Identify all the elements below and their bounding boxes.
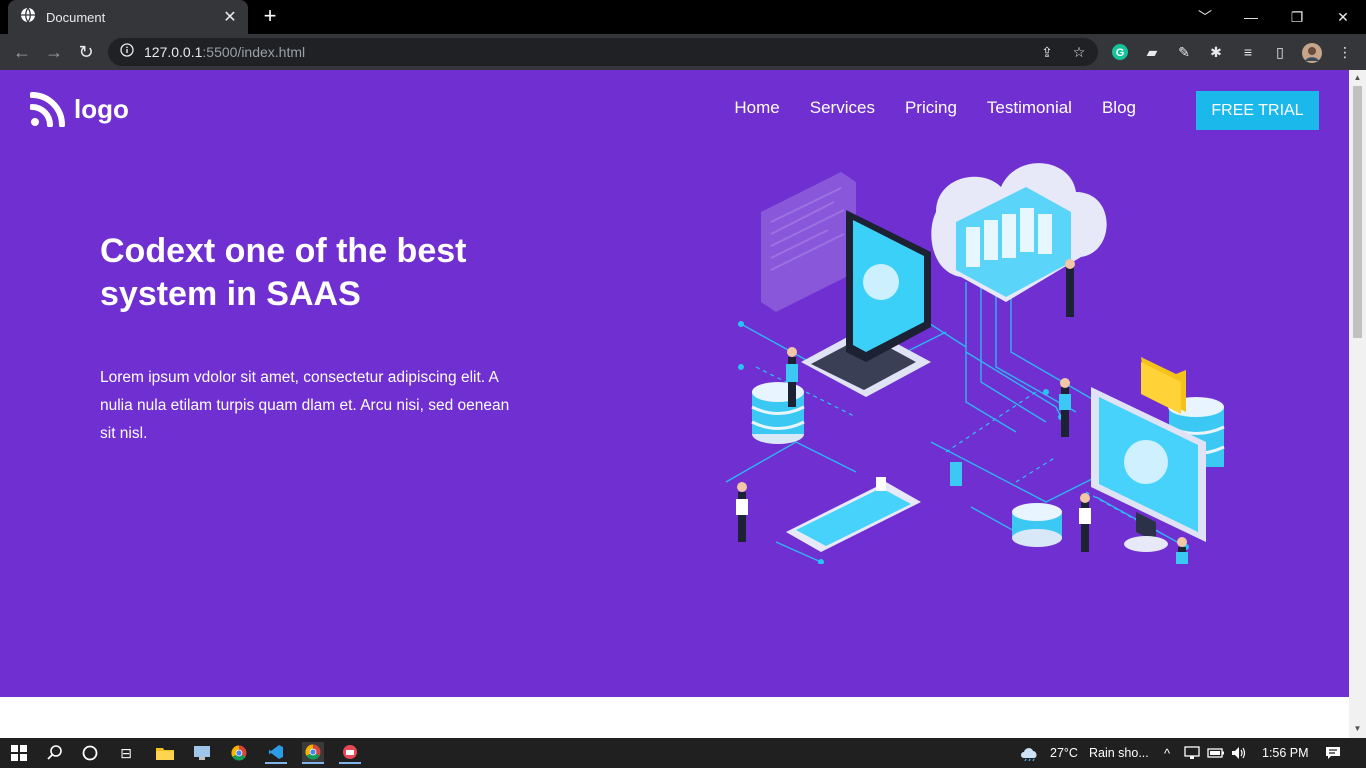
control-panel-icon[interactable] <box>191 742 213 764</box>
search-icon[interactable] <box>44 742 66 764</box>
network-icon[interactable] <box>1181 742 1203 764</box>
task-view-icon[interactable]: ⊟ <box>115 742 137 764</box>
nav-testimonial[interactable]: Testimonial <box>987 98 1072 118</box>
pen-extension-icon[interactable]: ✎ <box>1175 43 1193 61</box>
tab-strip: Document ✕ + ﹀ — ❐ ✕ <box>0 0 1366 34</box>
bookmark-star-icon[interactable]: ☆ <box>1070 43 1088 61</box>
close-tab-icon[interactable]: ✕ <box>222 7 238 27</box>
forward-icon[interactable]: → <box>42 40 66 64</box>
battery-icon[interactable] <box>1205 742 1227 764</box>
kebab-menu-icon[interactable]: ⋮ <box>1336 43 1354 61</box>
volume-icon[interactable] <box>1228 742 1250 764</box>
saas-isometric-illustration <box>725 163 1225 564</box>
globe-icon <box>20 7 36 28</box>
minimize-icon[interactable]: — <box>1228 0 1274 34</box>
windows-taskbar: ⊟ 27°C Rain sho... ^ 1:56 PM <box>0 738 1366 768</box>
puzzle-extensions-icon[interactable]: ✱ <box>1207 43 1225 61</box>
scroll-up-arrow-icon[interactable]: ▲ <box>1353 73 1362 82</box>
extension-icon[interactable]: ▰ <box>1143 43 1161 61</box>
weather-temperature: 27°C <box>1050 746 1078 760</box>
share-icon[interactable]: ⇪ <box>1038 43 1056 61</box>
file-explorer-icon[interactable] <box>154 742 176 764</box>
restore-icon[interactable]: ❐ <box>1274 0 1320 34</box>
logo-text: logo <box>74 93 129 124</box>
nav-pricing[interactable]: Pricing <box>905 98 957 118</box>
info-icon[interactable] <box>120 42 134 62</box>
chrome-active-icon[interactable] <box>302 742 324 764</box>
nav-services[interactable]: Services <box>810 98 875 118</box>
page-viewport: logo Home Services Pricing Testimonial B… <box>0 70 1349 738</box>
windows-start-icon[interactable] <box>8 742 30 764</box>
hero-section: logo Home Services Pricing Testimonial B… <box>0 70 1349 697</box>
back-icon[interactable]: ← <box>10 40 34 64</box>
clock-time[interactable]: 1:56 PM <box>1262 746 1309 760</box>
chevron-up-icon[interactable]: ^ <box>1156 742 1178 764</box>
url-text: 127.0.0.1:5500/index.html <box>144 44 306 60</box>
profile-avatar[interactable] <box>1302 43 1322 63</box>
rss-logo-icon <box>30 92 65 127</box>
svg-text:G: G <box>1116 47 1125 59</box>
address-bar[interactable]: 127.0.0.1:5500/index.html ⇪ ☆ <box>108 38 1098 66</box>
tab-search-icon[interactable]: ﹀ <box>1182 0 1228 34</box>
weather-condition[interactable]: Rain sho... <box>1089 746 1149 760</box>
reload-icon[interactable]: ↻ <box>74 40 98 64</box>
cortana-icon[interactable] <box>79 742 101 764</box>
chrome-icon[interactable] <box>228 742 250 764</box>
notifications-icon[interactable] <box>1322 742 1344 764</box>
grammarly-icon[interactable]: G <box>1111 43 1129 61</box>
weather-cloud-icon[interactable] <box>1019 742 1041 764</box>
new-tab-button[interactable]: + <box>258 4 282 28</box>
browser-tab[interactable]: Document ✕ <box>8 0 248 34</box>
page-scrollbar[interactable]: ▲ ▼ <box>1349 70 1366 738</box>
main-nav: Home Services Pricing Testimonial Blog <box>734 98 1136 118</box>
hero-headline: Codext one of the best system in SAAS <box>100 232 467 313</box>
scroll-thumb[interactable] <box>1353 86 1362 338</box>
nav-blog[interactable]: Blog <box>1102 98 1136 118</box>
vscode-icon[interactable] <box>265 742 287 764</box>
snipping-tool-icon[interactable] <box>339 742 361 764</box>
browser-toolbar: ← → ↻ 127.0.0.1:5500/index.html ⇪ ☆ G ▰ … <box>0 34 1366 70</box>
scroll-down-arrow-icon[interactable]: ▼ <box>1353 724 1362 733</box>
free-trial-button[interactable]: FREE TRIAL <box>1196 91 1319 130</box>
nav-home[interactable]: Home <box>734 98 779 118</box>
side-panel-icon[interactable]: ▯ <box>1271 43 1289 61</box>
hero-description: Lorem ipsum vdolor sit amet, consectetur… <box>100 369 510 442</box>
close-window-icon[interactable]: ✕ <box>1320 0 1366 34</box>
tab-title: Document <box>46 9 106 25</box>
media-queue-icon[interactable]: ≡ <box>1239 43 1257 61</box>
site-logo[interactable]: logo <box>30 90 129 128</box>
